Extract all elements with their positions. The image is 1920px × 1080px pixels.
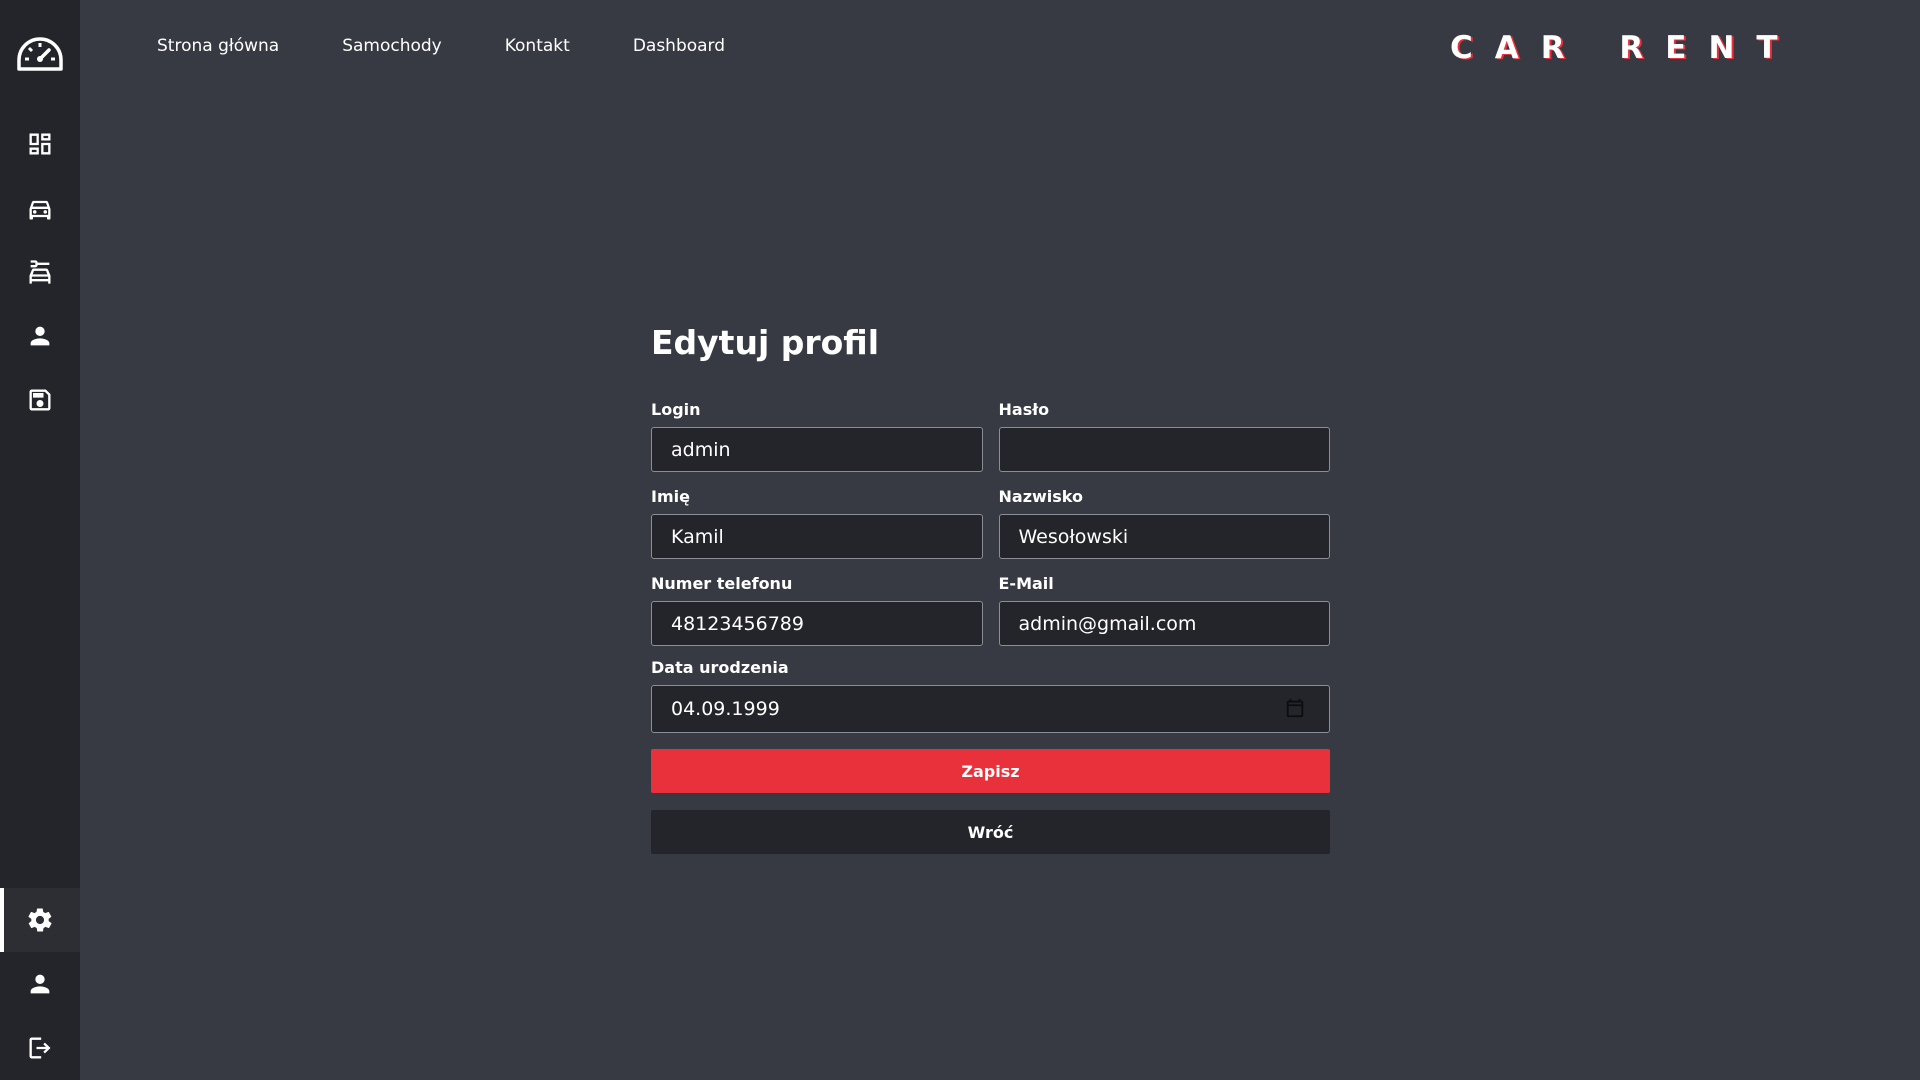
gear-icon <box>28 908 52 932</box>
phone-input[interactable] <box>651 601 983 646</box>
last-name-input[interactable] <box>998 514 1330 559</box>
car-service-icon <box>29 260 51 284</box>
email-input[interactable] <box>998 601 1330 646</box>
save-button[interactable]: Zapisz <box>651 749 1330 793</box>
top-nav: Strona główna Samochody Kontakt Dashboar… <box>157 36 725 56</box>
last-name-label: Nazwisko <box>998 487 1084 506</box>
save-disk-icon <box>29 389 51 411</box>
email-label: E-Mail <box>998 574 1054 593</box>
sidebar <box>0 0 80 1080</box>
sidebar-item-save[interactable] <box>0 368 80 432</box>
back-button[interactable]: Wróć <box>651 810 1330 854</box>
sidebar-item-dashboard[interactable] <box>0 112 80 176</box>
sidebar-item-users[interactable] <box>0 304 80 368</box>
phone-label: Numer telefonu <box>651 574 793 593</box>
birth-date-input[interactable] <box>651 685 1330 733</box>
sidebar-item-settings[interactable] <box>0 888 80 952</box>
first-name-label: Imię <box>651 487 690 506</box>
sidebar-item-car-service[interactable] <box>0 240 80 304</box>
login-label: Login <box>651 400 701 419</box>
edit-profile-form: Edytuj profil Login Hasło Imię Nazwisko … <box>651 318 1330 854</box>
person-icon <box>30 974 50 994</box>
nav-link-cars[interactable]: Samochody <box>342 36 442 56</box>
sidebar-item-profile[interactable] <box>0 952 80 1016</box>
brand-logo-text[interactable]: CAR RENT <box>1450 30 1800 66</box>
nav-link-home[interactable]: Strona główna <box>157 36 279 56</box>
sidebar-item-logout[interactable] <box>0 1016 80 1080</box>
page-title: Edytuj profil <box>651 323 880 362</box>
nav-link-dashboard[interactable]: Dashboard <box>633 36 725 56</box>
dashboard-grid-icon <box>29 133 51 155</box>
sidebar-item-cars[interactable] <box>0 177 80 241</box>
nav-link-contact[interactable]: Kontakt <box>505 36 570 56</box>
calendar-icon[interactable] <box>1284 697 1306 719</box>
logout-icon <box>29 1037 51 1059</box>
first-name-input[interactable] <box>651 514 983 559</box>
password-label: Hasło <box>998 400 1050 419</box>
speedometer-icon[interactable] <box>0 28 80 82</box>
login-input[interactable] <box>651 427 983 472</box>
password-input[interactable] <box>998 427 1330 472</box>
car-icon <box>29 200 51 220</box>
birth-date-label: Data urodzenia <box>651 658 789 677</box>
person-icon <box>30 326 50 346</box>
